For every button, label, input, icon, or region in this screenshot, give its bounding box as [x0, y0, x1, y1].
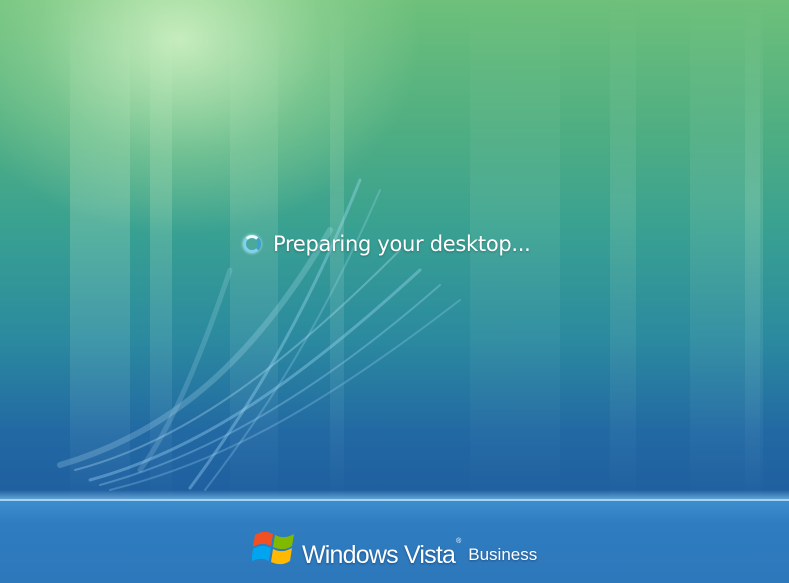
product-branding: Windows Vista ® Business	[252, 526, 537, 570]
busy-spinner-icon	[243, 235, 261, 253]
windows-flag-icon	[252, 531, 294, 565]
status-message: Preparing your desktop...	[273, 232, 531, 256]
welcome-screen: Preparing your desktop... Windows Vista …	[0, 0, 789, 583]
horizon-line	[0, 499, 789, 501]
edition-name: Business	[468, 545, 538, 564]
product-name: Windows Vista	[302, 541, 456, 569]
trademark-symbol: ®	[456, 538, 462, 545]
status-indicator: Preparing your desktop...	[243, 232, 531, 256]
